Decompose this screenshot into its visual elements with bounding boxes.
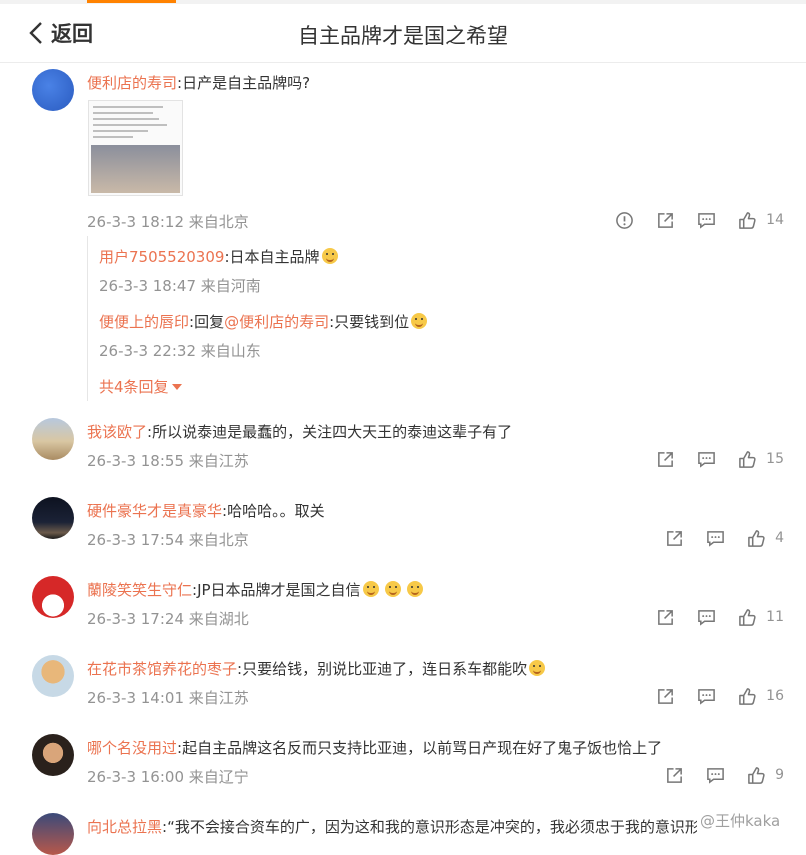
watermark: @王仲kaka: [700, 812, 781, 830]
action-bar: 16: [634, 685, 784, 707]
share-icon: [667, 530, 682, 546]
reply-meta: 26-3-3 22:32 来自山东: [99, 342, 261, 360]
tab-indicator: [87, 0, 176, 3]
emoji-icon: [406, 581, 423, 597]
avatar[interactable]: [32, 813, 74, 855]
like-button[interactable]: 9: [747, 766, 784, 785]
comment-meta: 26-3-3 17:24 来自湖北: [87, 610, 249, 628]
comment-text: 向北总拉黑:“我不会接合资车的广，因为这和我的意识形态是冲突的，我必须忠于我的意…: [87, 818, 697, 836]
emoji-icon: [384, 581, 401, 597]
avatar[interactable]: [32, 655, 74, 697]
thumbs-up-icon: [739, 687, 756, 705]
username-link[interactable]: 向北总拉黑: [87, 818, 162, 836]
thumbs-up-icon: [748, 529, 765, 547]
avatar[interactable]: [32, 497, 74, 539]
comment-text: 硬件豪华才是真豪华:哈哈哈。。取关: [87, 502, 325, 520]
comment-meta: 26-3-3 18:12 来自北京: [87, 213, 249, 231]
like-button[interactable]: 16: [738, 687, 784, 706]
clap-emoji-icon: [529, 660, 546, 676]
more-replies-link[interactable]: 共4条回复: [99, 376, 182, 397]
username-link[interactable]: 便便上的唇印: [99, 313, 189, 331]
like-count: 9: [775, 767, 784, 783]
comment-icon: [698, 688, 716, 705]
comment-icon: [698, 451, 716, 468]
comment-meta: 26-3-3 16:00 来自辽宁: [87, 768, 249, 786]
share-icon: [658, 609, 674, 625]
comment-text: 便利店的寿司:日产是自主品牌吗?: [87, 74, 311, 92]
share-icon: [658, 451, 674, 467]
comment-text: 在花市茶馆养花的枣子:只要给钱，别说比亚迪了，连日系车都能吹: [87, 658, 546, 679]
comment-text: 我该欧了:所以说泰迪是最蠢的，关注四大天王的泰迪这辈子有了: [87, 423, 513, 441]
action-bar: 15: [634, 448, 784, 470]
thumbs-up-icon: [739, 450, 756, 468]
share-button[interactable]: [656, 211, 675, 230]
avatar[interactable]: [32, 418, 74, 460]
comment-icon: [707, 530, 724, 547]
like-button[interactable]: 11: [738, 608, 784, 627]
thumbs-up-icon: [739, 608, 756, 626]
like-count: 16: [766, 688, 784, 704]
comment-icon: [698, 609, 716, 626]
header: 返回 自主品牌才是国之希望: [0, 4, 806, 63]
username-link[interactable]: 在花市茶馆养花的枣子: [87, 660, 237, 678]
reply-thread-line: [87, 236, 88, 401]
share-icon: [667, 767, 682, 783]
username-link[interactable]: 哪个名没用过: [87, 739, 177, 757]
action-bar: 11: [634, 606, 784, 628]
share-icon: [658, 688, 674, 704]
comment-meta: 26-3-3 17:54 来自北京: [87, 531, 249, 549]
username-link[interactable]: 蘭陵笑笑生守仁: [87, 581, 192, 599]
share-icon: [658, 212, 674, 228]
reply-button[interactable]: [706, 766, 725, 785]
like-button[interactable]: 14: [738, 211, 784, 230]
report-button[interactable]: [615, 211, 634, 230]
username-link[interactable]: 硬件豪华才是真豪华: [87, 502, 222, 520]
comment-text: 蘭陵笑笑生守仁:JP日本品牌才是国之自信: [87, 579, 423, 600]
comment-text: 哪个名没用过:起自主品牌这名反而只支持比亚迪，以前骂日产现在好了鬼子饭也恰上了: [87, 739, 663, 757]
action-bar: 9: [643, 764, 784, 786]
username-link[interactable]: 用户7505520309: [99, 248, 224, 266]
reply-button[interactable]: [697, 450, 716, 469]
reply-text: 用户7505520309:日本自主品牌: [99, 246, 338, 267]
share-button[interactable]: [656, 450, 675, 469]
username-link[interactable]: 便利店的寿司: [87, 74, 177, 92]
comment-icon: [698, 212, 716, 229]
comment-image-thumbnail[interactable]: [88, 100, 183, 196]
comment-meta: 26-3-3 14:01 来自江苏: [87, 689, 249, 707]
share-button[interactable]: [656, 687, 675, 706]
avatar[interactable]: [32, 69, 74, 111]
action-bar: 14: [593, 209, 784, 231]
share-button[interactable]: [665, 766, 684, 785]
like-count: 15: [766, 451, 784, 467]
mention-link[interactable]: @便利店的寿司: [224, 313, 329, 331]
comment-icon: [707, 767, 724, 784]
username-link[interactable]: 我该欧了: [87, 423, 147, 441]
laugh-emoji-icon: [321, 248, 338, 264]
like-button[interactable]: 15: [738, 450, 784, 469]
comment-meta: 26-3-3 18:55 来自江苏: [87, 452, 249, 470]
reply-text: 便便上的唇印:回复@便利店的寿司:只要钱到位: [99, 311, 428, 332]
action-bar: 4: [643, 527, 784, 549]
page-title: 自主品牌才是国之希望: [298, 24, 508, 48]
thumbs-up-icon: [748, 766, 765, 784]
reply-button[interactable]: [697, 608, 716, 627]
like-count: 4: [775, 530, 784, 546]
share-button[interactable]: [656, 608, 675, 627]
thumbs-up-icon: [739, 211, 756, 229]
emoji-icon: [362, 581, 379, 597]
reply-meta: 26-3-3 18:47 来自河南: [99, 277, 261, 295]
laugh-emoji-icon: [411, 313, 428, 329]
reply-button[interactable]: [697, 211, 716, 230]
reply-button[interactable]: [706, 529, 725, 548]
report-icon: [616, 211, 634, 229]
like-count: 11: [766, 609, 784, 625]
like-button[interactable]: 4: [747, 529, 784, 548]
avatar[interactable]: [32, 734, 74, 776]
like-count: 14: [766, 212, 784, 228]
caret-down-icon: [171, 384, 182, 390]
share-button[interactable]: [665, 529, 684, 548]
reply-button[interactable]: [697, 687, 716, 706]
avatar[interactable]: [32, 576, 74, 618]
